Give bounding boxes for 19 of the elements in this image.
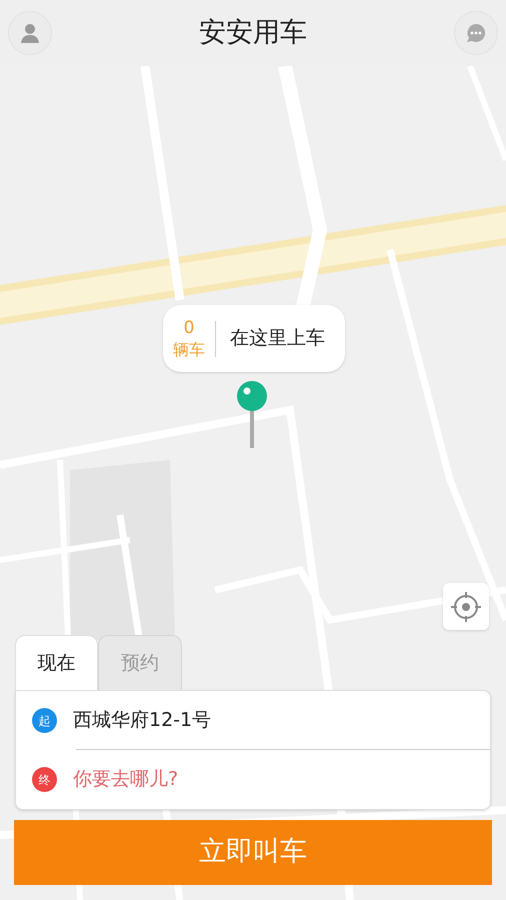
destination-field[interactable]: 终 你要去哪儿? xyxy=(15,750,491,810)
route-marker: 终 xyxy=(32,767,57,792)
car-count: 0 xyxy=(184,316,194,338)
chat-bubble-icon xyxy=(466,23,486,43)
destination-placeholder: 你要去哪儿? xyxy=(73,767,178,792)
pickup-bubble[interactable]: 0 辆车 在这里上车 xyxy=(163,305,345,372)
location-pin-icon xyxy=(236,380,268,448)
crosshair-icon xyxy=(451,592,481,622)
person-icon xyxy=(21,23,39,43)
origin-field[interactable]: 起 西城华府12-1号 xyxy=(15,690,491,750)
locate-button[interactable] xyxy=(443,583,489,630)
tab[interactable]: 现在 xyxy=(15,635,98,690)
profile-button[interactable] xyxy=(8,11,52,55)
car-unit: 辆车 xyxy=(173,338,205,360)
pickup-label: 在这里上车 xyxy=(230,326,325,352)
message-button[interactable] xyxy=(454,11,498,55)
app-title: 安安用车 xyxy=(199,16,307,50)
route-marker: 起 xyxy=(32,708,57,733)
origin-address: 西城华府12-1号 xyxy=(73,708,212,734)
